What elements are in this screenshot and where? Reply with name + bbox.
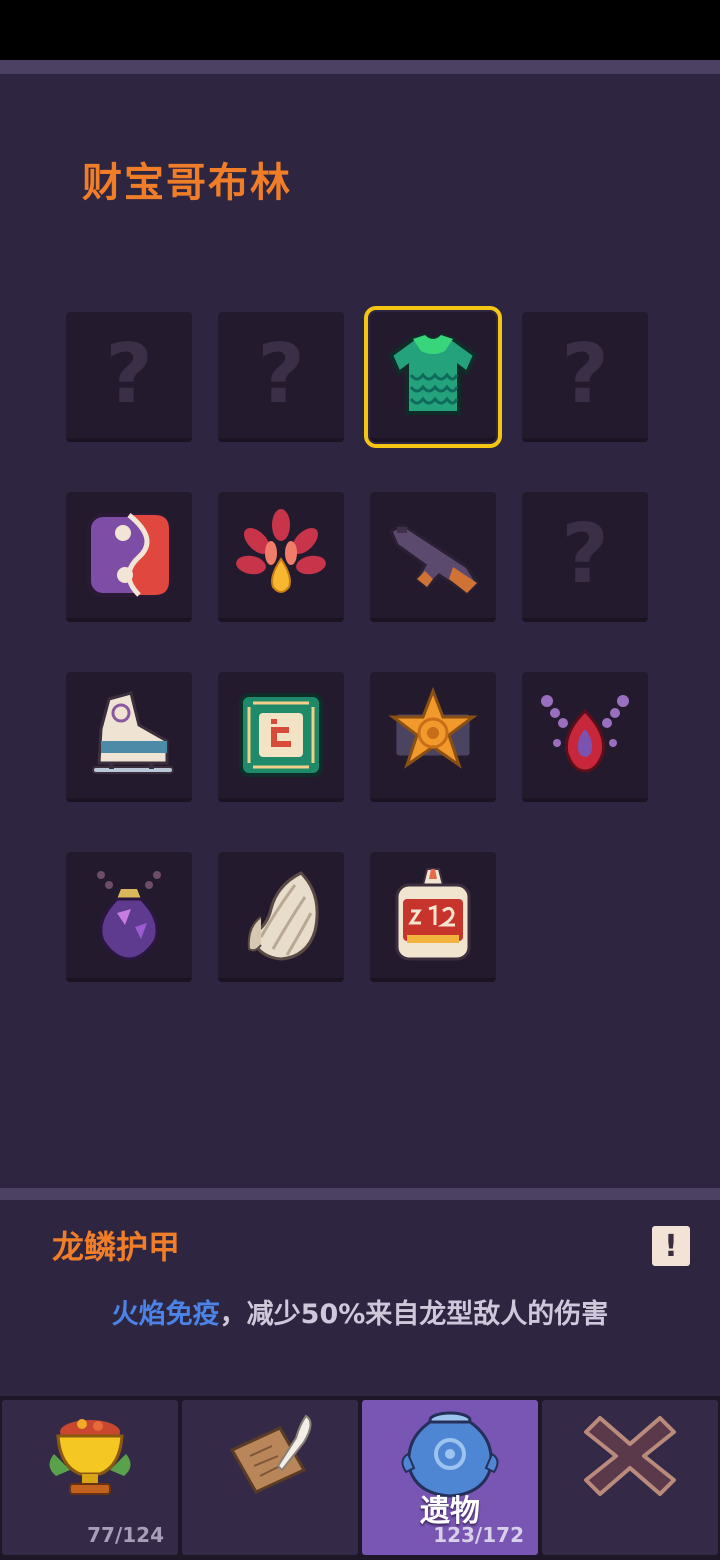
unknown-icon: ? [105, 327, 153, 422]
relic-collection-panel: 财宝哥布林 ? ? ? ? [0, 60, 720, 1188]
relic-slot-sheriff-badge[interactable] [370, 672, 496, 802]
status-bar [0, 0, 720, 60]
page-title: 财宝哥布林 [82, 160, 292, 206]
sheriff-badge-icon [388, 686, 478, 769]
relic-slot-rifle[interactable] [370, 492, 496, 622]
dragon-scale-armor-icon [388, 332, 478, 415]
relic-effect-highlight: 火焰免疫 [111, 1299, 220, 1330]
relic-slot-necklace[interactable] [522, 672, 648, 802]
alert-icon[interactable]: ! [652, 1226, 690, 1266]
glue-bottle-icon [395, 868, 471, 961]
relic-slot-dragon-scale-armor[interactable] [364, 306, 502, 448]
close-icon [584, 1416, 676, 1496]
scroll-quill-icon [229, 1414, 312, 1494]
relic-slot-unknown[interactable]: ? [522, 492, 648, 622]
bottom-tab-bar: 77/124 遗物 123/172 [0, 1396, 720, 1560]
relic-slot-flame-fan[interactable] [218, 492, 344, 622]
close-button[interactable] [542, 1400, 718, 1555]
tab-relics[interactable]: 遗物 123/172 [362, 1400, 538, 1555]
relic-slot-glue-bottle[interactable] [370, 852, 496, 982]
amulet-icon [97, 871, 161, 961]
relic-effect-text: ，减少50%来自龙型敌人的伤害 [219, 1299, 609, 1330]
relic-slot-unknown[interactable]: ? [218, 312, 344, 442]
relic-slot-angel-wing[interactable] [218, 852, 344, 982]
yin-yang-dice-icon [87, 513, 171, 597]
relic-slot-yin-yang-dice[interactable] [66, 492, 192, 622]
relic-slot-unknown[interactable]: ? [66, 312, 192, 442]
golden-trophy-icon [49, 1419, 131, 1495]
relic-detail-panel: 龙鳞护甲 ! 火焰免疫，减少50%来自龙型敌人的伤害 [0, 1188, 720, 1396]
chip-icon [239, 693, 323, 777]
relic-slot-microchip[interactable] [218, 672, 344, 802]
wing-icon [247, 871, 319, 961]
relic-slot-ice-skate[interactable] [66, 672, 192, 802]
flame-fan-icon [236, 509, 326, 593]
relic-description: 火焰免疫，减少50%来自龙型敌人的伤害 [0, 1292, 720, 1331]
rifle-icon [389, 523, 479, 595]
unknown-icon: ? [561, 507, 609, 602]
trophy-count: 77/124 [87, 1523, 164, 1547]
skate-icon [92, 691, 174, 774]
unknown-icon: ? [561, 327, 609, 422]
unknown-icon: ? [257, 327, 305, 422]
relic-slot-amulet[interactable] [66, 852, 192, 982]
relic-slot-unknown[interactable]: ? [522, 312, 648, 442]
tab-notes[interactable] [182, 1400, 358, 1555]
relic-count: 123/172 [433, 1523, 524, 1547]
tab-trophies[interactable]: 77/124 [2, 1400, 178, 1555]
relic-name: 龙鳞护甲 [52, 1228, 181, 1266]
necklace-icon [541, 695, 629, 773]
